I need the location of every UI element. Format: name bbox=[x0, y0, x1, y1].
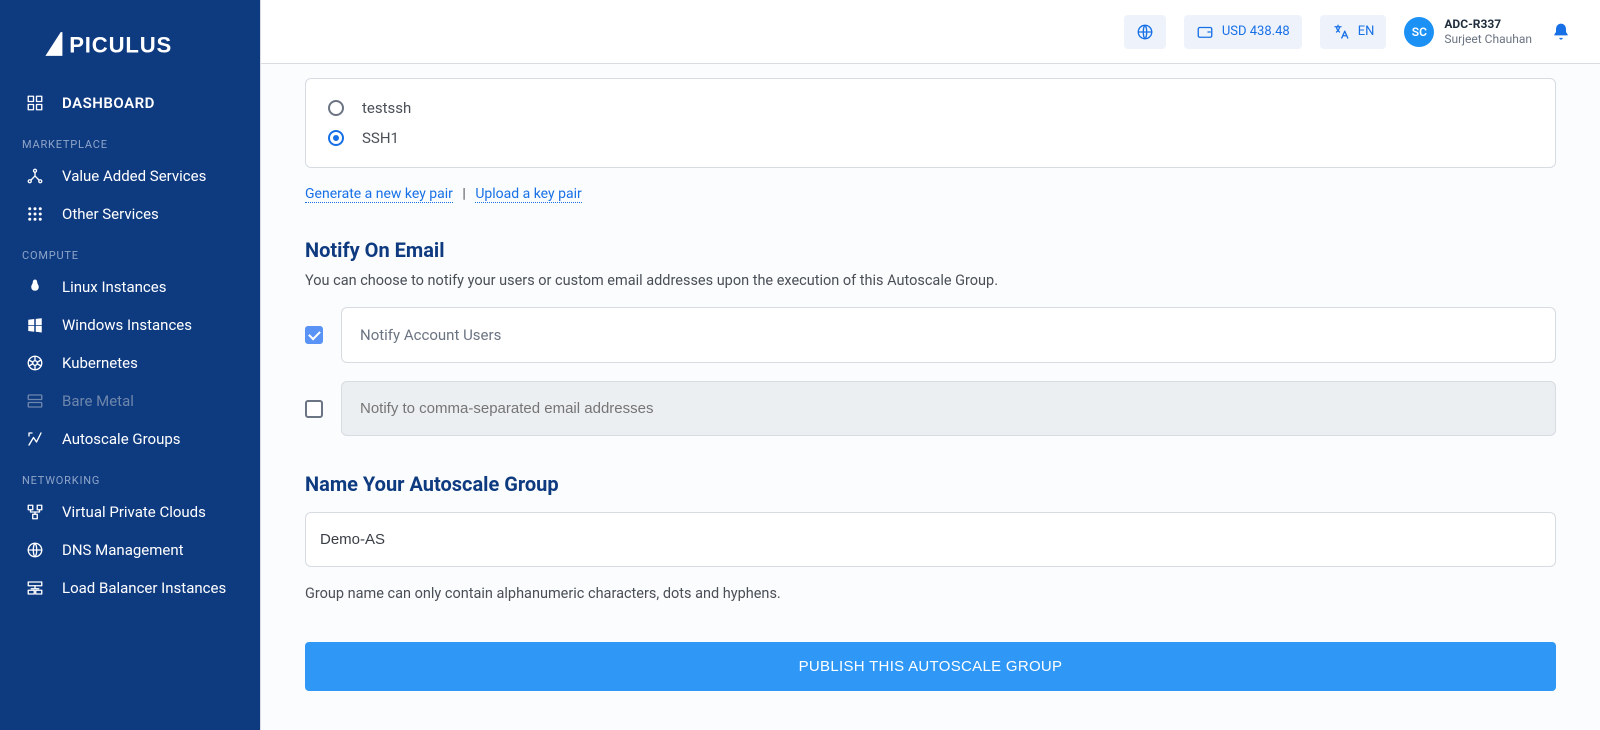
globe-icon bbox=[26, 541, 44, 559]
sidebar-item-label: DASHBOARD bbox=[62, 94, 155, 112]
sidebar-item-windows[interactable]: Windows Instances bbox=[0, 306, 260, 344]
notifications-button[interactable] bbox=[1550, 21, 1572, 43]
notify-emails-input[interactable] bbox=[341, 381, 1556, 436]
balance-chip[interactable]: USD 438.48 bbox=[1184, 15, 1302, 49]
region-select[interactable] bbox=[1124, 15, 1166, 49]
name-helper: Group name can only contain alphanumeric… bbox=[305, 585, 1556, 602]
sidebar-item-lb[interactable]: Load Balancer Instances bbox=[0, 569, 260, 607]
autoscale-icon bbox=[26, 430, 44, 448]
loadbalancer-icon bbox=[26, 579, 44, 597]
windows-icon bbox=[26, 316, 44, 334]
upload-key-link[interactable]: Upload a key pair bbox=[475, 186, 581, 203]
sidebar-item-dns[interactable]: DNS Management bbox=[0, 531, 260, 569]
ssh-option-ssh1[interactable]: SSH1 bbox=[328, 123, 1533, 153]
kubernetes-icon bbox=[26, 354, 44, 372]
publish-button[interactable]: PUBLISH THIS AUTOSCALE GROUP bbox=[305, 642, 1556, 691]
notify-account-row: Notify Account Users bbox=[305, 307, 1556, 363]
radio-icon bbox=[328, 100, 344, 116]
wallet-icon bbox=[1196, 23, 1214, 41]
sidebar-item-linux[interactable]: Linux Instances bbox=[0, 268, 260, 306]
notify-description: You can choose to notify your users or c… bbox=[305, 272, 1556, 289]
svg-text:PICULUS: PICULUS bbox=[69, 33, 172, 58]
sidebar-item-label: Kubernetes bbox=[62, 354, 138, 372]
generate-key-link[interactable]: Generate a new key pair bbox=[305, 186, 453, 203]
language-select[interactable]: EN bbox=[1320, 15, 1387, 49]
sidebar-item-label: Windows Instances bbox=[62, 316, 192, 334]
sidebar: PICULUS DASHBOARD MARKETPLACE Value Adde… bbox=[0, 0, 260, 730]
sidebar-item-label: Value Added Services bbox=[62, 167, 206, 185]
sidebar-item-label: Virtual Private Clouds bbox=[62, 503, 206, 521]
checkbox-notify-emails[interactable] bbox=[305, 400, 323, 418]
sidebar-item-vas[interactable]: Value Added Services bbox=[0, 157, 260, 195]
ssh-option-label: SSH1 bbox=[362, 129, 399, 147]
server-icon bbox=[26, 392, 44, 410]
sidebar-heading-networking: NETWORKING bbox=[0, 458, 260, 493]
ssh-option-label: testssh bbox=[362, 99, 411, 117]
user-name: Surjeet Chauhan bbox=[1444, 32, 1532, 47]
user-menu[interactable]: SC ADC-R337 Surjeet Chauhan bbox=[1404, 17, 1532, 47]
brand-logo: PICULUS bbox=[0, 0, 260, 84]
ssh-key-card: testssh SSH1 bbox=[305, 78, 1556, 168]
notify-title: Notify On Email bbox=[305, 238, 1556, 262]
sidebar-item-label: Load Balancer Instances bbox=[62, 579, 226, 597]
network-icon bbox=[26, 167, 44, 185]
translate-icon bbox=[1332, 23, 1350, 41]
sidebar-item-other[interactable]: Other Services bbox=[0, 195, 260, 233]
linux-icon bbox=[26, 278, 44, 296]
sidebar-item-label: Autoscale Groups bbox=[62, 430, 181, 448]
sidebar-heading-marketplace: MARKETPLACE bbox=[0, 122, 260, 157]
sidebar-item-label: Bare Metal bbox=[62, 392, 134, 410]
topbar: USD 438.48 EN SC ADC-R337 Surjeet Chauha… bbox=[261, 0, 1600, 64]
language-label: EN bbox=[1358, 24, 1375, 39]
group-name-input[interactable] bbox=[305, 512, 1556, 567]
sidebar-item-label: DNS Management bbox=[62, 541, 184, 559]
ssh-option-testssh[interactable]: testssh bbox=[328, 93, 1533, 123]
sidebar-item-k8s[interactable]: Kubernetes bbox=[0, 344, 260, 382]
main: USD 438.48 EN SC ADC-R337 Surjeet Chauha… bbox=[260, 0, 1600, 730]
sidebar-item-baremetal[interactable]: Bare Metal bbox=[0, 382, 260, 420]
radio-icon bbox=[328, 130, 344, 146]
avatar: SC bbox=[1404, 17, 1434, 47]
notify-emails-row bbox=[305, 381, 1556, 436]
globe-icon bbox=[1136, 23, 1154, 41]
grid-icon bbox=[26, 205, 44, 223]
sidebar-item-autoscale[interactable]: Autoscale Groups bbox=[0, 420, 260, 458]
sidebar-heading-compute: COMPUTE bbox=[0, 233, 260, 268]
vpc-icon bbox=[26, 503, 44, 521]
separator: | bbox=[456, 186, 475, 202]
sidebar-item-vpc[interactable]: Virtual Private Clouds bbox=[0, 493, 260, 531]
dashboard-icon bbox=[26, 94, 44, 112]
balance-label: USD 438.48 bbox=[1222, 24, 1290, 39]
name-title: Name Your Autoscale Group bbox=[305, 472, 1556, 496]
user-code: ADC-R337 bbox=[1444, 17, 1532, 32]
checkbox-notify-account[interactable] bbox=[305, 326, 323, 344]
sidebar-item-label: Linux Instances bbox=[62, 278, 166, 296]
content: testssh SSH1 Generate a new key pair | U… bbox=[261, 64, 1600, 730]
user-text: ADC-R337 Surjeet Chauhan bbox=[1444, 17, 1532, 47]
ssh-key-actions: Generate a new key pair | Upload a key p… bbox=[305, 186, 1556, 202]
notify-account-label: Notify Account Users bbox=[341, 307, 1556, 363]
sidebar-item-label: Other Services bbox=[62, 205, 159, 223]
sidebar-item-dashboard[interactable]: DASHBOARD bbox=[0, 84, 260, 122]
